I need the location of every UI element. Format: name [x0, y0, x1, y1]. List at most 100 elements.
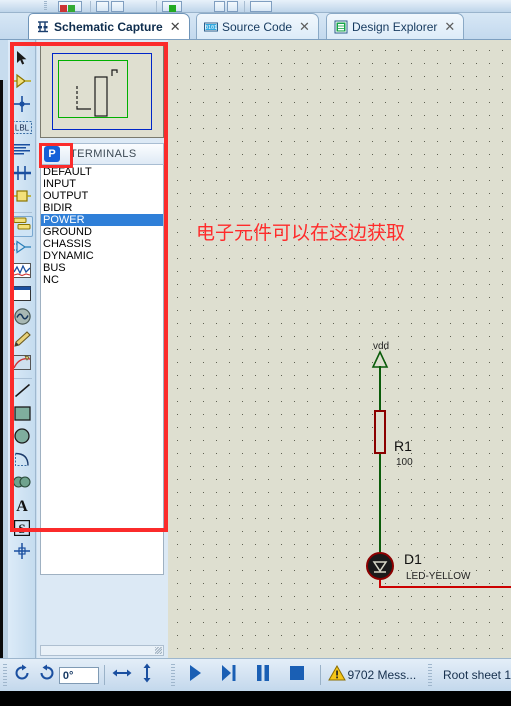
- tool-path-mode[interactable]: [11, 474, 33, 495]
- rotate-clockwise-button[interactable]: [10, 663, 35, 687]
- list-item[interactable]: DEFAULT: [41, 166, 163, 178]
- lamp-icon[interactable]: [162, 1, 182, 12]
- mirror-vertical-button[interactable]: [134, 663, 159, 687]
- r1-value: 100: [396, 457, 413, 468]
- graph-wave-icon: [13, 262, 31, 283]
- rotate-counterclockwise-icon: [38, 664, 56, 687]
- step-icon: [220, 664, 238, 687]
- d1-reference: D1: [404, 551, 422, 567]
- tool-subcircuit-mode[interactable]: [11, 188, 33, 209]
- schematic-canvas[interactable]: 电子元件可以在这边获取 vdd R1 100 D1 LED-YELLOW: [168, 40, 511, 658]
- svg-text:A: A: [16, 498, 28, 513]
- statusbar-grip[interactable]: [3, 664, 7, 686]
- schematic-preview[interactable]: [40, 45, 164, 138]
- tool-voltage-probe-mode[interactable]: [11, 331, 33, 352]
- list-item[interactable]: NC: [41, 274, 163, 286]
- graph-icon[interactable]: [188, 1, 210, 12]
- wire-r1-d1: [379, 454, 381, 552]
- terminals-list[interactable]: DEFAULT INPUT OUTPUT BIDIR POWER GROUND …: [40, 165, 164, 575]
- tool-arc-mode[interactable]: [11, 451, 33, 472]
- tool-device-mode[interactable]: [11, 216, 33, 237]
- close-icon[interactable]: ✕: [170, 19, 181, 35]
- step-button[interactable]: [212, 663, 246, 687]
- component-r1[interactable]: [374, 410, 386, 454]
- message-count[interactable]: 9702 Mess...: [347, 668, 416, 682]
- tool-generator-mode[interactable]: [11, 307, 33, 329]
- tool-graph-mode[interactable]: [11, 262, 33, 283]
- arrow-cursor-icon: [14, 50, 30, 71]
- pick-device-button[interactable]: P: [44, 146, 60, 162]
- r1-reference: R1: [394, 438, 412, 454]
- tool-symbol-mode[interactable]: S: [11, 519, 33, 541]
- list-item[interactable]: BIDIR: [41, 202, 163, 214]
- list-item[interactable]: DYNAMIC: [41, 250, 163, 262]
- tool-text-script-mode[interactable]: [11, 142, 33, 163]
- box1-icon[interactable]: [214, 1, 225, 12]
- text-icon[interactable]: [140, 1, 150, 12]
- toolbar-grip[interactable]: [44, 1, 47, 11]
- tool-buses-mode[interactable]: [11, 165, 33, 186]
- svg-text:0101: 0101: [205, 25, 217, 31]
- list-item[interactable]: BUS: [41, 262, 163, 274]
- statusbar-grip-2[interactable]: [170, 664, 175, 686]
- tool-tape-recorder-mode[interactable]: [11, 285, 33, 306]
- edit-icon[interactable]: [250, 1, 272, 12]
- text-a-icon: A: [14, 497, 30, 518]
- list-item[interactable]: POWER: [41, 214, 163, 226]
- terminal-icon: [13, 240, 31, 259]
- circle-icon: [14, 428, 30, 449]
- led-symbol-icon: [372, 561, 388, 573]
- arc-icon: [14, 452, 30, 472]
- tab-source-code[interactable]: 0101 Source Code ✕: [196, 13, 319, 39]
- tab-schematic-capture[interactable]: Schematic Capture ✕: [28, 13, 190, 39]
- align-left-icon[interactable]: [96, 1, 109, 12]
- align-right-icon[interactable]: [111, 1, 124, 12]
- sheet-label[interactable]: Root sheet 1: [443, 668, 511, 682]
- tool-box-mode[interactable]: [11, 405, 33, 426]
- play-button[interactable]: [178, 663, 212, 687]
- tool-junction-dot-mode[interactable]: [11, 96, 33, 117]
- close-icon[interactable]: ✕: [299, 19, 310, 35]
- d1-value: LED-YELLOW: [406, 571, 471, 582]
- warning-button[interactable]: [327, 663, 348, 687]
- list-item[interactable]: INPUT: [41, 178, 163, 190]
- window-icon: [13, 285, 31, 306]
- subcircuit-icon: [13, 188, 31, 209]
- toolbar-grip[interactable]: [14, 42, 30, 45]
- rotation-input[interactable]: 0°: [58, 666, 99, 684]
- tool-component-mode[interactable]: [11, 73, 33, 94]
- proteus-schematic-window: Schematic Capture ✕ 0101 Source Code ✕ D…: [0, 0, 511, 706]
- picker-title: TERMINALS: [70, 148, 137, 160]
- box2-icon[interactable]: [227, 1, 238, 12]
- mirror-horizontal-button[interactable]: [110, 663, 135, 687]
- play-icon: [187, 664, 203, 687]
- tool-terminals-mode[interactable]: [11, 239, 33, 260]
- list-item[interactable]: CHASSIS: [41, 238, 163, 250]
- window-left-edge: [0, 80, 8, 698]
- pause-button[interactable]: [246, 663, 280, 687]
- tab-design-explorer[interactable]: Design Explorer ✕: [326, 13, 465, 39]
- close-icon[interactable]: ✕: [444, 19, 455, 35]
- tool-wire-label-mode[interactable]: LBL: [11, 119, 33, 140]
- horizontal-scrollbar[interactable]: [40, 645, 164, 656]
- image-button[interactable]: [58, 1, 82, 12]
- stop-icon: [289, 665, 305, 686]
- svg-text:LBL: LBL: [15, 123, 30, 132]
- tool-line-mode[interactable]: [11, 382, 33, 403]
- mirror-horizontal-icon: [112, 665, 132, 686]
- list-item[interactable]: GROUND: [41, 226, 163, 238]
- list-item[interactable]: OUTPUT: [41, 190, 163, 202]
- junction-dot-icon: [14, 96, 30, 117]
- source-code-icon: 0101: [204, 20, 218, 34]
- tool-circle-mode[interactable]: [11, 428, 33, 449]
- check-icon[interactable]: [126, 1, 139, 12]
- statusbar-grip-3[interactable]: [428, 664, 432, 686]
- tool-current-probe-mode[interactable]: [11, 354, 33, 375]
- tool-text-mode[interactable]: A: [11, 497, 33, 518]
- design-explorer-icon: [334, 20, 348, 34]
- rotate-counterclockwise-button[interactable]: [34, 663, 59, 687]
- tool-marker-mode[interactable]: [11, 543, 33, 564]
- stop-button[interactable]: [280, 663, 314, 687]
- tool-selection-mode[interactable]: [11, 50, 33, 71]
- top-toolbar-strip: [0, 0, 511, 13]
